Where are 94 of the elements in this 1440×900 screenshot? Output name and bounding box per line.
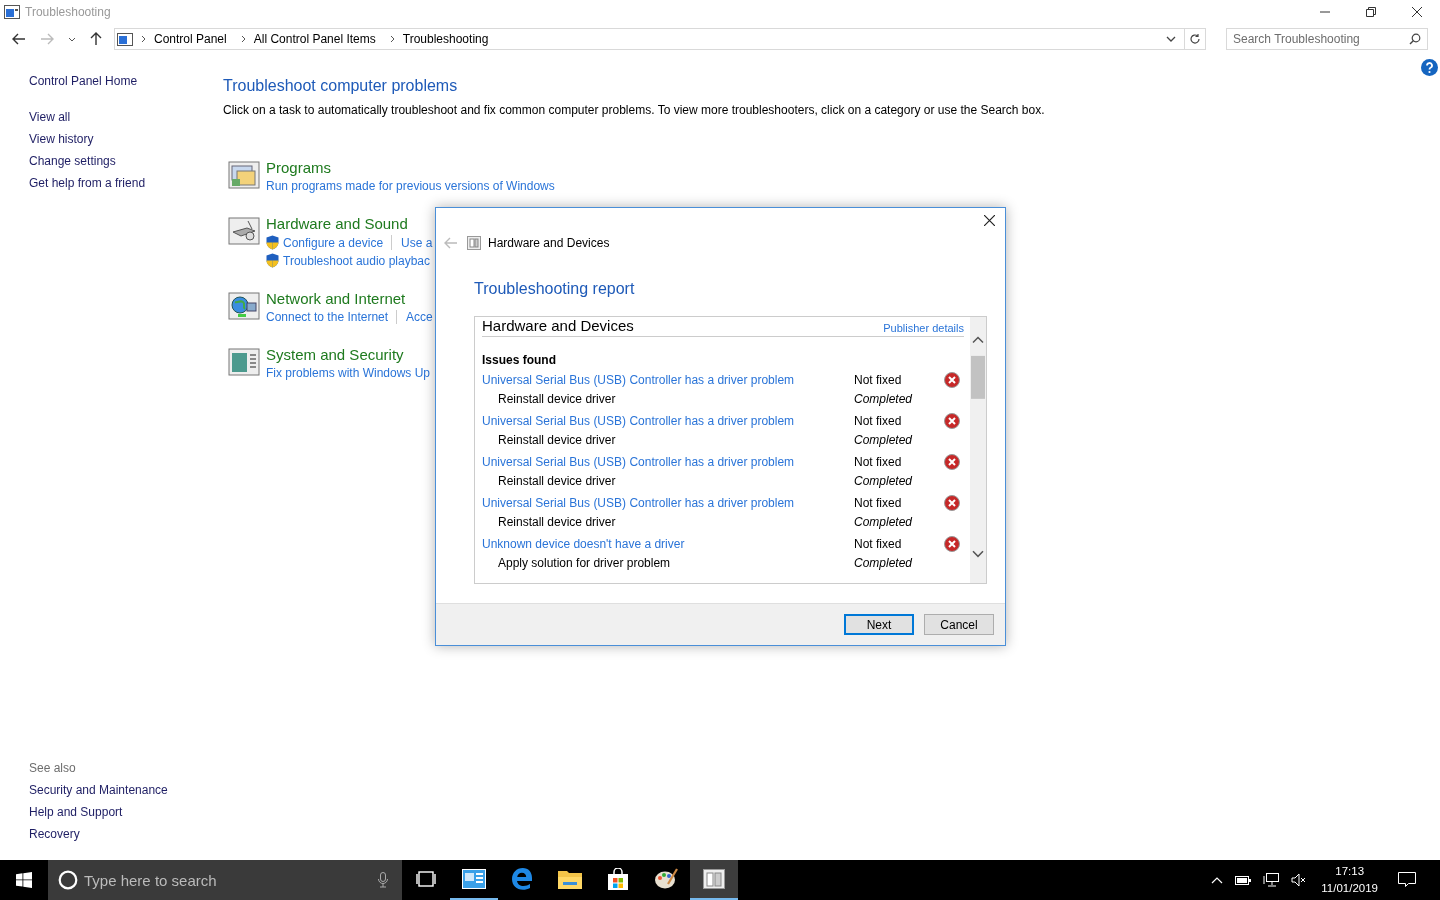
see-also-heading: See also (29, 761, 76, 775)
taskbar-search-field[interactable]: Type here to search (48, 860, 402, 900)
control-panel-icon (117, 32, 133, 46)
sidebar-link[interactable]: Control Panel Home (29, 74, 138, 88)
refresh-icon[interactable] (1189, 33, 1201, 45)
recent-dropdown-icon[interactable] (68, 36, 76, 42)
microphone-icon[interactable] (378, 872, 388, 888)
sidebar-link[interactable]: Change settings (29, 154, 116, 168)
issue-status: Not fixed (854, 537, 903, 551)
see-also-link[interactable]: Security and Maintenance (29, 783, 168, 797)
task-link[interactable]: Run programs made for previous versions of Windows (266, 179, 555, 193)
window-panel-icon[interactable] (228, 348, 260, 376)
search-icon (1409, 33, 1421, 45)
action-status: Completed (854, 433, 914, 447)
page-heading: Troubleshoot computer problems (223, 77, 458, 95)
task-link[interactable]: Troubleshoot audio playbac (283, 253, 430, 268)
breadcrumb[interactable]: Control Panel (154, 32, 227, 46)
action-text: Reinstall device driver (497, 433, 617, 447)
control-panel-icon (462, 869, 486, 889)
clock-time[interactable]: 17:13 (1335, 863, 1365, 880)
task-link[interactable]: Use a (401, 235, 433, 250)
report-heading: Troubleshooting report (474, 280, 636, 298)
action-text: Reinstall device driver (497, 515, 617, 529)
action-status: Completed (854, 515, 914, 529)
issue-status: Not fixed (854, 496, 903, 510)
task-link[interactable]: Acce (406, 310, 433, 324)
category-title[interactable]: System and Security (266, 346, 404, 363)
category-title[interactable]: Programs (266, 159, 332, 176)
sidebar-link[interactable]: View all (29, 110, 71, 124)
issue-status: Not fixed (854, 373, 903, 387)
help-icon[interactable] (1421, 59, 1438, 76)
printer-window-icon[interactable] (228, 217, 260, 245)
notification-icon[interactable] (1398, 872, 1416, 888)
cortana-icon (58, 870, 78, 890)
task-view-icon[interactable] (416, 871, 436, 887)
issues-heading: Issues found (482, 353, 557, 367)
task-link[interactable]: Fix problems with Windows Up (266, 366, 431, 380)
issue-link[interactable]: Unknown device doesn't have a driver (482, 537, 854, 551)
palette-icon (654, 868, 678, 890)
sidebar-link[interactable]: View history (29, 132, 94, 146)
action-text: Apply solution for driver problem (497, 556, 672, 570)
issue-link[interactable]: Universal Serial Bus (USB) Controller has a driver problem (482, 455, 854, 469)
folder-icon (558, 869, 582, 889)
chevron-icon (389, 35, 395, 43)
see-also-link[interactable]: Help and Support (29, 805, 123, 819)
chevron-icon (240, 35, 246, 43)
breadcrumb[interactable]: Troubleshooting (402, 32, 489, 46)
address-bar[interactable]: Control Panel All Control Panel Items Troubleshooting (114, 28, 1206, 50)
category-title[interactable]: Network and Internet (266, 290, 406, 307)
issue-status: Not fixed (854, 455, 903, 469)
troubleshooter-window-icon (467, 236, 481, 250)
task-link[interactable]: Configure a device (283, 235, 384, 250)
breadcrumb[interactable]: All Control Panel Items (253, 32, 376, 46)
issue-link[interactable]: Universal Serial Bus (USB) Controller has a driver problem (482, 373, 854, 387)
see-also-link[interactable]: Recovery (29, 827, 80, 841)
dialog-button[interactable]: Next (844, 614, 914, 635)
chevron-up-icon[interactable] (1211, 876, 1224, 884)
sidebar-link[interactable]: Get help from a friend (29, 176, 146, 190)
issue-link[interactable]: Universal Serial Bus (USB) Controller has a driver problem (482, 496, 854, 510)
restore-icon[interactable] (1366, 7, 1376, 17)
browser-e-icon (511, 868, 533, 890)
back-icon[interactable] (12, 33, 26, 45)
window-icon (4, 5, 20, 19)
battery-icon[interactable] (1235, 875, 1252, 885)
scrollbar[interactable] (970, 317, 986, 583)
taskbar-app[interactable] (690, 860, 738, 900)
close-icon[interactable] (1412, 7, 1422, 17)
start-icon[interactable] (16, 872, 32, 888)
publisher-details-link[interactable]: Publisher details (883, 322, 964, 334)
troubleshooter-window-icon (703, 869, 725, 889)
close-icon[interactable] (984, 214, 995, 226)
action-status: Completed (854, 474, 914, 488)
up-icon[interactable] (90, 32, 102, 46)
window-title: Troubleshooting (25, 5, 111, 19)
search-field[interactable]: Search Troubleshooting (1226, 28, 1428, 50)
dialog-title: Hardware and Devices (488, 236, 610, 250)
page-description: Click on a task to automatically troubleshoot and fix common computer problems. To view more troubleshooters, click on a category or use the Search box. (223, 103, 1046, 117)
issue-link[interactable]: Universal Serial Bus (USB) Controller has a driver problem (482, 414, 854, 428)
issue-status: Not fixed (854, 414, 903, 428)
action-status: Completed (854, 556, 914, 570)
dropdown-icon[interactable] (1166, 36, 1176, 42)
muted-speaker-icon[interactable] (1291, 873, 1308, 887)
chevron-icon (141, 35, 146, 43)
globe-window-icon[interactable] (228, 292, 260, 320)
category-title[interactable]: Hardware and Sound (266, 215, 408, 232)
action-text: Reinstall device driver (497, 392, 617, 406)
section-heading: Hardware and Devices (482, 317, 634, 334)
clock-date[interactable]: 11/01/2019 (1321, 880, 1378, 897)
network-icon[interactable] (1263, 873, 1280, 887)
task-link[interactable]: Connect to the Internet (266, 310, 389, 324)
dialog-button[interactable]: Cancel (924, 614, 994, 635)
action-text: Reinstall device driver (497, 474, 617, 488)
action-status: Completed (854, 392, 914, 406)
shopping-bag-icon (607, 868, 629, 890)
